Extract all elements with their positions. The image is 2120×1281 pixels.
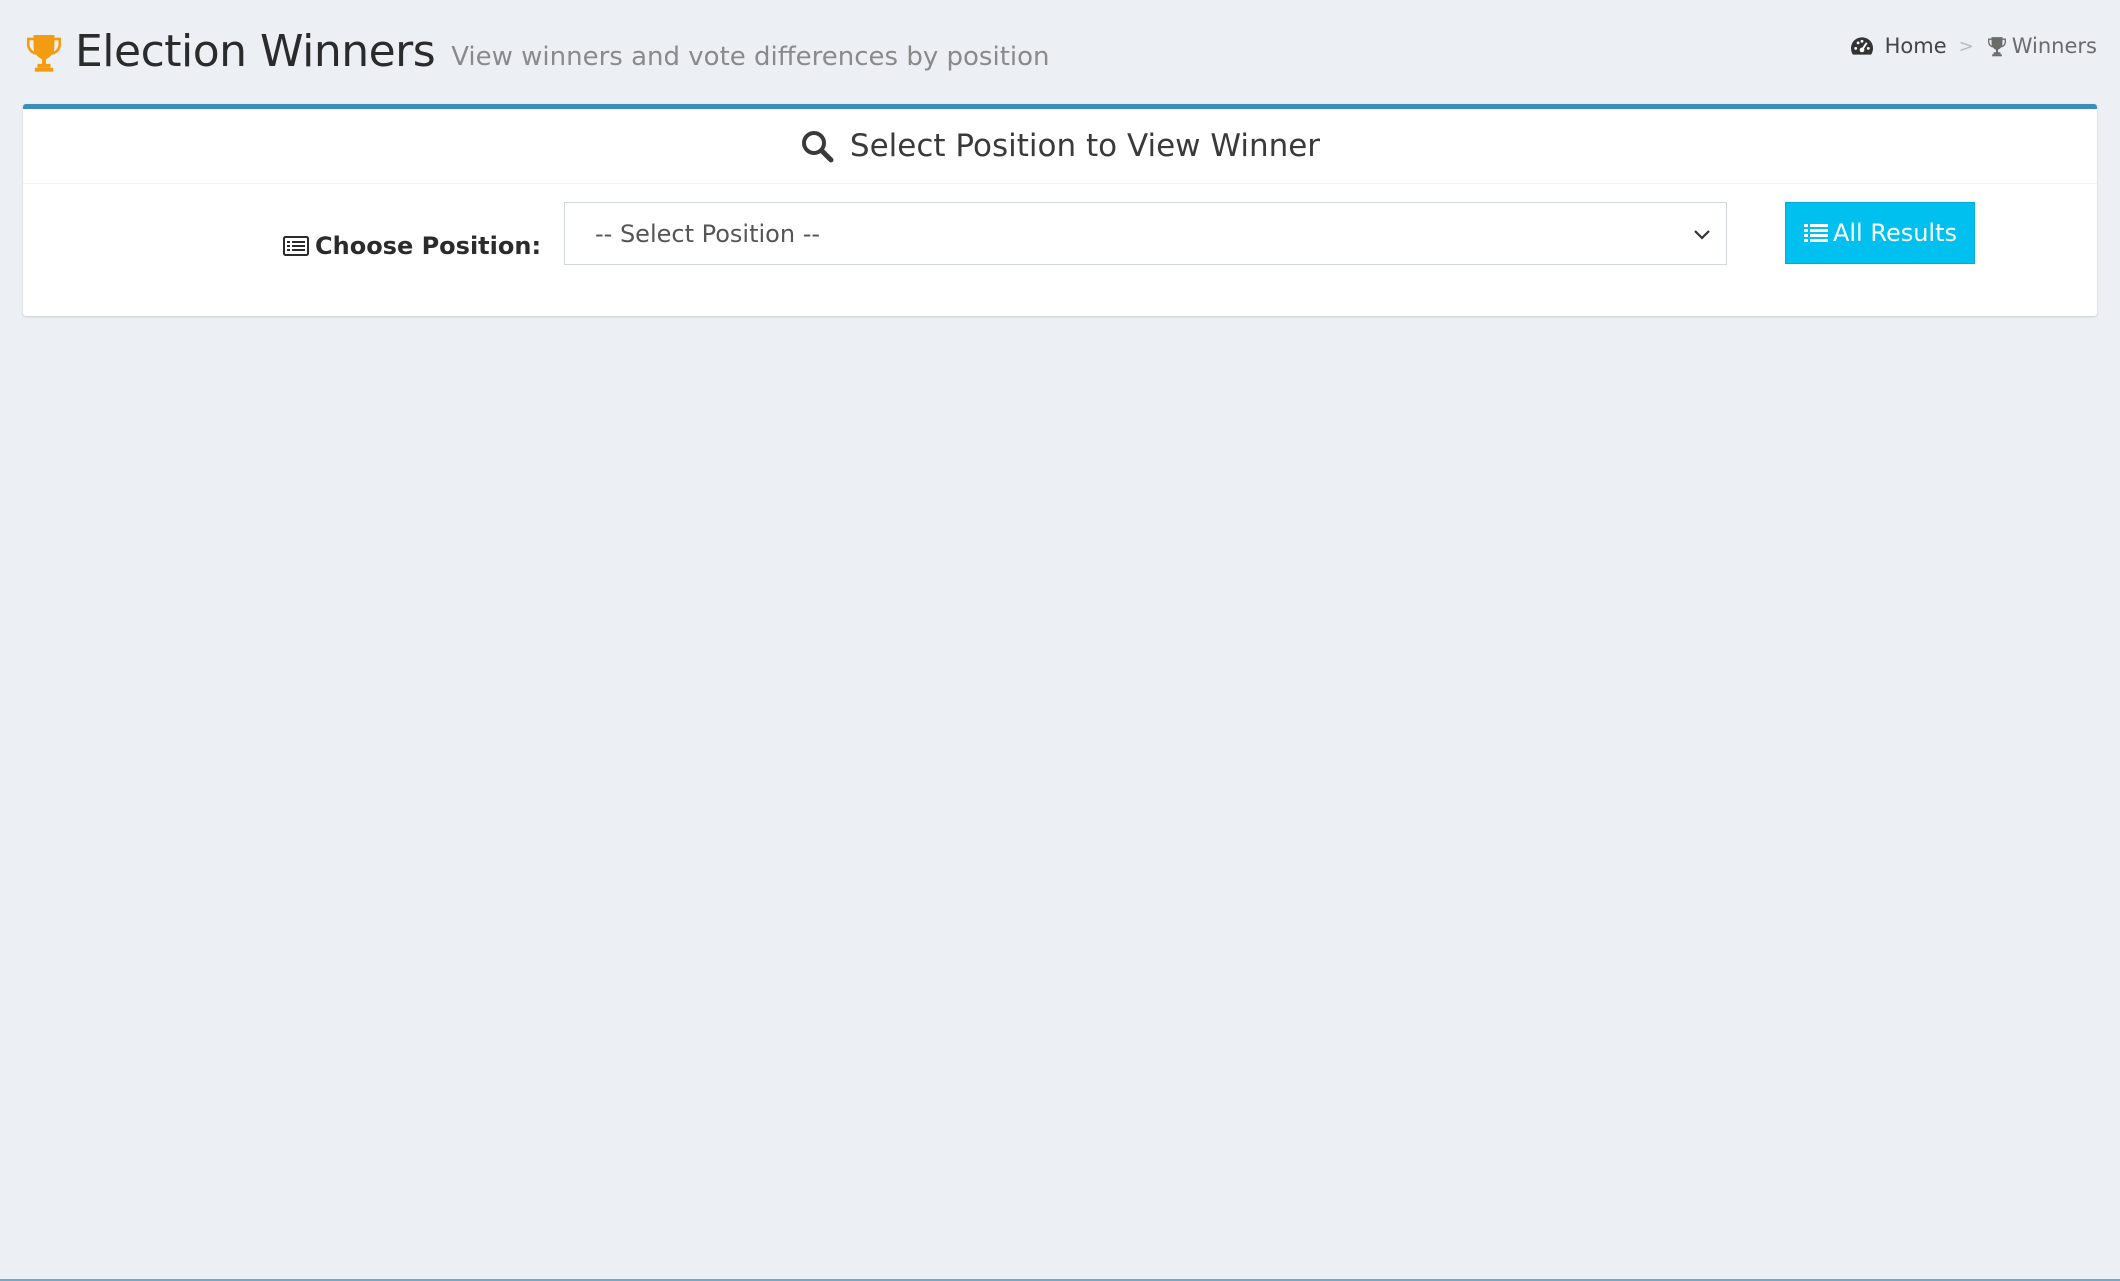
position-form: Choose Position: -- Select Position -- A… [23,184,2097,316]
choose-position-label: Choose Position: [283,232,541,260]
content-header: Election Winners View winners and vote d… [23,22,2097,82]
dashboard-icon [1850,37,1873,55]
page-subtitle: View winners and vote differences by pos… [451,42,1050,72]
list-icon [1803,224,1828,242]
box-title-text: Select Position to View Winner [849,128,1321,164]
box-title: Select Position to View Winner [800,128,1320,164]
trophy-icon [1987,37,2006,57]
search-icon [801,131,834,163]
breadcrumb: Home > Winners [1849,34,2097,58]
list-alt-icon [283,236,309,256]
all-results-label: All Results [1832,219,1958,247]
all-results-button[interactable]: All Results [1785,202,1975,264]
position-select-box: Select Position to View Winner Choose Po… [23,104,2097,316]
breadcrumb-home[interactable]: Home [1849,34,1947,58]
box-header: Select Position to View Winner [23,109,2097,184]
page-title: Election Winners [75,26,436,77]
choose-position-text: Choose Position: [315,232,542,260]
position-select[interactable]: -- Select Position -- [564,202,1727,265]
chevron-down-icon [1694,230,1710,240]
breadcrumb-winners: Winners [1986,34,2097,58]
position-select-value: -- Select Position -- [595,219,821,248]
page-header: Election Winners View winners and vote d… [23,22,1050,82]
breadcrumb-separator: > [1958,35,1974,57]
breadcrumb-home-label: Home [1884,34,1947,58]
trophy-icon [26,34,62,72]
breadcrumb-winners-label: Winners [2011,34,2097,58]
